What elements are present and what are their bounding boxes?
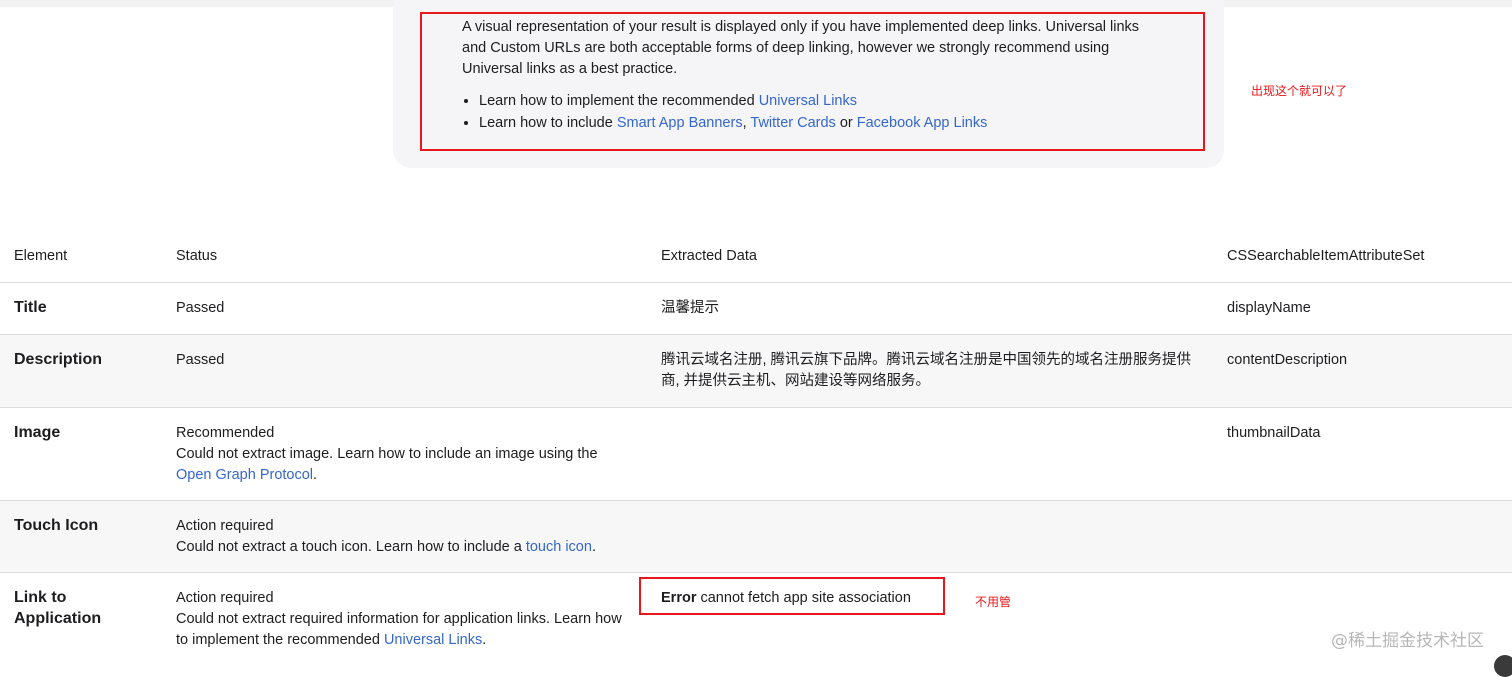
open-graph-protocol-link[interactable]: Open Graph Protocol <box>176 467 313 483</box>
row-attribute: thumbnailData <box>1227 425 1321 441</box>
row-status-detail: Could not extract image. Learn how to in… <box>176 446 598 483</box>
row-status-block: Recommended Could not extract image. Lea… <box>176 423 636 486</box>
row-status: Passed <box>176 300 225 316</box>
row-element-label: Description <box>14 351 103 368</box>
highlight-box-info <box>420 12 1205 151</box>
universal-links-link-table[interactable]: Universal Links <box>384 632 482 648</box>
floating-button[interactable] <box>1494 655 1512 677</box>
row-status-block: Action required Could not extract requir… <box>176 588 636 651</box>
table-header-row: Element Status Extracted Data CSSearchab… <box>0 239 1512 283</box>
row-status: Recommended <box>176 425 275 441</box>
row-status-detail: Could not extract a touch icon. Learn ho… <box>176 539 596 555</box>
table-row-description: Description Passed 腾讯云域名注册, 腾讯云旗下品牌。腾讯云域… <box>0 335 1512 408</box>
table-row-touch-icon: Touch Icon Action required Could not ext… <box>0 501 1512 573</box>
row-attribute: contentDescription <box>1227 352 1348 368</box>
row-attribute: displayName <box>1227 300 1311 316</box>
row-extracted-data: 温馨提示 <box>661 300 719 316</box>
row-status: Action required <box>176 518 274 534</box>
row-status-block: Action required Could not extract a touc… <box>176 516 636 558</box>
annotation-error-note: 不用管 <box>975 595 1012 609</box>
watermark: @稀土掘金技术社区 <box>1331 631 1484 651</box>
header-attribute-set: CSSearchableItemAttributeSet <box>1227 248 1425 264</box>
row-extracted-data: 腾讯云域名注册, 腾讯云旗下品牌。腾讯云域名注册是中国领先的域名注册服务提供商,… <box>661 352 1192 389</box>
row-element-label: Image <box>14 424 61 441</box>
table-row-title: Title Passed 温馨提示 displayName <box>0 283 1512 335</box>
header-status: Status <box>176 248 218 264</box>
table-row-image: Image Recommended Could not extract imag… <box>0 408 1512 501</box>
header-element: Element <box>14 248 68 264</box>
highlight-box-error <box>639 577 945 615</box>
touch-icon-link[interactable]: touch icon <box>526 539 592 555</box>
annotation-top-note: 出现这个就可以了 <box>1251 84 1348 98</box>
row-status: Action required <box>176 590 274 606</box>
row-element-label: Title <box>14 299 47 316</box>
row-status-detail: Could not extract required information f… <box>176 611 622 648</box>
header-extracted-data: Extracted Data <box>661 248 757 264</box>
row-element-label: Touch Icon <box>14 517 99 534</box>
row-element-label: Link to Application <box>14 589 102 627</box>
row-status: Passed <box>176 352 225 368</box>
